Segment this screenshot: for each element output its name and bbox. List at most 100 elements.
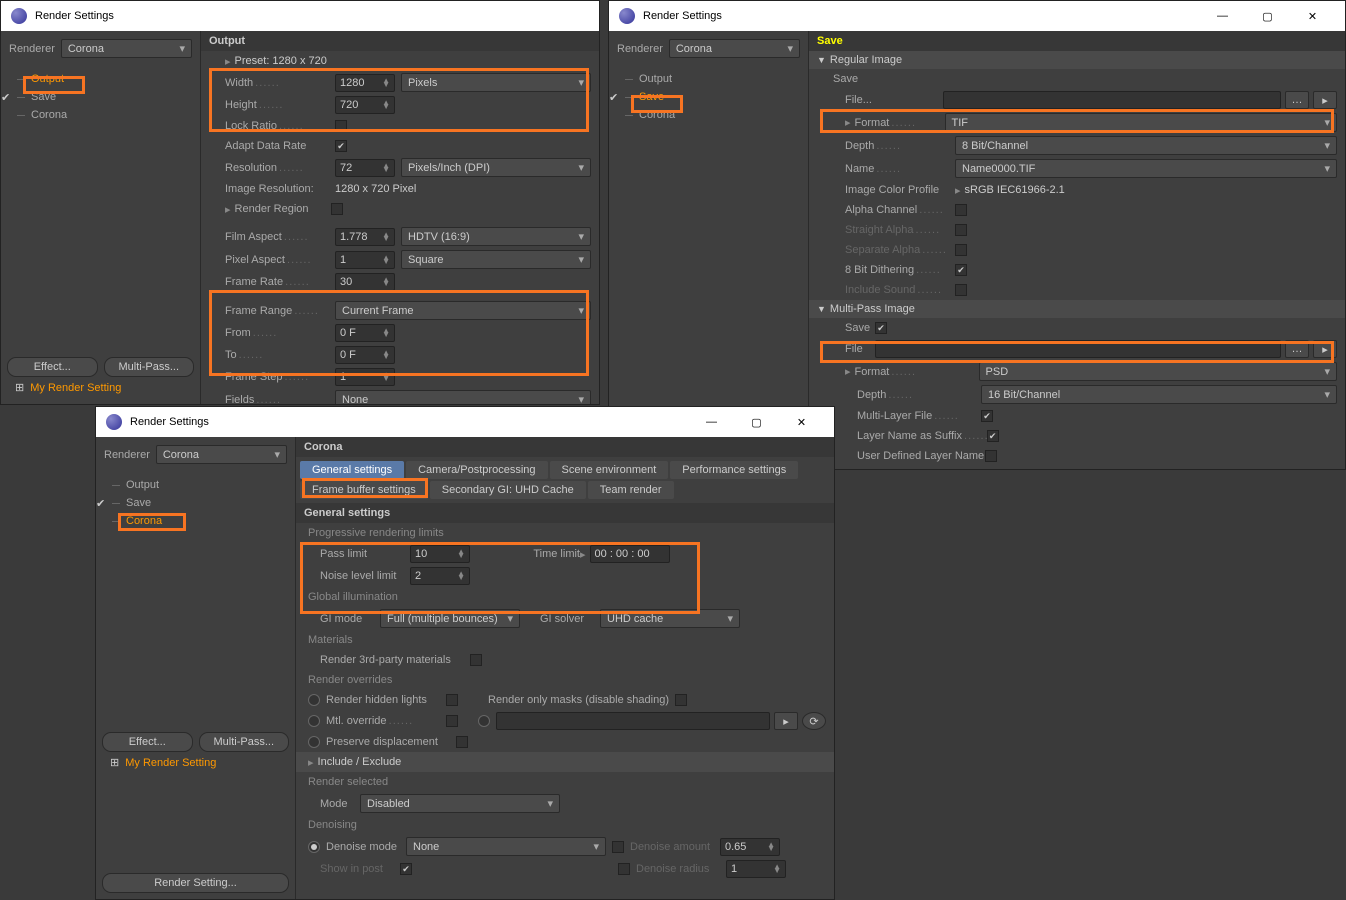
pass-input[interactable]: 10▲▼ xyxy=(410,545,470,563)
tree-save[interactable]: ✔Save xyxy=(609,88,808,106)
adapt-checkbox[interactable]: ✔ xyxy=(335,140,347,152)
tree-corona[interactable]: Corona xyxy=(96,512,295,530)
tab-scene[interactable]: Scene environment xyxy=(550,461,669,479)
minimize-button[interactable]: — xyxy=(689,407,734,437)
icp-value[interactable]: sRGB IEC61966-2.1 xyxy=(965,184,1065,196)
width-input[interactable]: 1280▲▼ xyxy=(335,74,395,92)
close-button[interactable]: ✕ xyxy=(1290,1,1335,31)
rhl-checkbox[interactable] xyxy=(446,694,458,706)
dither-checkbox[interactable]: ✔ xyxy=(955,264,967,276)
film-input[interactable]: 1.778▲▼ xyxy=(335,228,395,246)
film-unit-dropdown[interactable]: HDTV (16:9) xyxy=(401,227,591,246)
effect-button[interactable]: Effect... xyxy=(102,732,193,752)
res-input[interactable]: 72▲▼ xyxy=(335,159,395,177)
format-expand-icon[interactable]: ▸ xyxy=(845,116,851,129)
dnmode-radio[interactable] xyxy=(308,841,320,853)
mp-file-browse-button[interactable]: … xyxy=(1285,340,1309,358)
tree-output[interactable]: Output xyxy=(1,70,200,88)
gimode-dropdown[interactable]: Full (multiple bounces) xyxy=(380,609,520,628)
file-input[interactable] xyxy=(943,91,1281,109)
res-unit-dropdown[interactable]: Pixels/Inch (DPI) xyxy=(401,158,591,177)
pdisp-radio[interactable] xyxy=(308,736,320,748)
lockratio-checkbox[interactable] xyxy=(335,120,347,132)
tree-output[interactable]: Output xyxy=(609,70,808,88)
fields-dropdown[interactable]: None xyxy=(335,390,591,404)
tree-corona[interactable]: Corona xyxy=(1,106,200,124)
mtlo-checkbox[interactable] xyxy=(446,715,458,727)
tab-gi[interactable]: Secondary GI: UHD Cache xyxy=(430,481,586,499)
mp-save-checkbox[interactable]: ✔ xyxy=(875,322,887,334)
multipass-button[interactable]: Multi-Pass... xyxy=(104,357,195,377)
regular-image-header[interactable]: Regular Image xyxy=(809,51,1345,69)
file-browse-button[interactable]: … xyxy=(1285,91,1309,109)
dnmode-dropdown[interactable]: None xyxy=(406,837,606,856)
to-input[interactable]: 0 F▲▼ xyxy=(335,346,395,364)
mtlo-radio[interactable] xyxy=(308,715,320,727)
noise-input[interactable]: 2▲▼ xyxy=(410,567,470,585)
minimize-button[interactable]: — xyxy=(1200,1,1245,31)
render-setting-button[interactable]: Render Setting... xyxy=(102,873,289,893)
mode-dropdown[interactable]: Disabled xyxy=(360,794,560,813)
tab-fb[interactable]: Frame buffer settings xyxy=(300,481,428,499)
mp-file-input[interactable] xyxy=(875,340,1281,358)
mp-format-dropdown[interactable]: PSD xyxy=(979,362,1337,381)
renderer-dropdown[interactable]: Corona xyxy=(156,445,287,464)
mtlo-refresh-button[interactable]: ⟳ xyxy=(802,712,826,730)
height-input[interactable]: 720▲▼ xyxy=(335,96,395,114)
mp-mlf-checkbox[interactable]: ✔ xyxy=(981,410,993,422)
name-dropdown[interactable]: Name0000.TIF xyxy=(955,159,1337,178)
alpha-checkbox[interactable] xyxy=(955,204,967,216)
rom-checkbox[interactable] xyxy=(675,694,687,706)
tab-general[interactable]: General settings xyxy=(300,461,404,479)
effect-button[interactable]: Effect... xyxy=(7,357,98,377)
file-play-button[interactable]: ▸ xyxy=(1313,91,1337,109)
incexc-label[interactable]: Include / Exclude xyxy=(318,756,402,768)
rhl-radio[interactable] xyxy=(308,694,320,706)
incexc-expand-icon[interactable]: ▸ xyxy=(308,756,314,769)
pixel-unit-dropdown[interactable]: Square xyxy=(401,250,591,269)
tab-camera[interactable]: Camera/Postprocessing xyxy=(406,461,547,479)
my-render-setting[interactable]: ⊞My Render Setting xyxy=(102,752,289,773)
pixel-input[interactable]: 1▲▼ xyxy=(335,251,395,269)
tree-save[interactable]: ✔Save xyxy=(96,494,295,512)
ro-title: Render overrides xyxy=(296,670,834,690)
preset-label[interactable]: Preset: 1280 x 720 xyxy=(235,55,327,67)
gisolver-dropdown[interactable]: UHD cache xyxy=(600,609,740,628)
depth-dropdown[interactable]: 8 Bit/Channel xyxy=(955,136,1337,155)
tree-corona[interactable]: Corona xyxy=(609,106,808,124)
maximize-button[interactable]: ▢ xyxy=(734,407,779,437)
mp-lns-checkbox[interactable]: ✔ xyxy=(987,430,999,442)
renderer-dropdown[interactable]: Corona xyxy=(61,39,192,58)
tab-team[interactable]: Team render xyxy=(588,481,674,499)
maximize-button[interactable]: ▢ xyxy=(1245,1,1290,31)
mtlo-on-radio[interactable] xyxy=(478,715,490,727)
r3rd-checkbox[interactable] xyxy=(470,654,482,666)
mp-file-play-button[interactable]: ▸ xyxy=(1313,340,1337,358)
tree-output[interactable]: Output xyxy=(96,476,295,494)
region-checkbox[interactable] xyxy=(331,203,343,215)
time-input[interactable]: 00 : 00 : 00 xyxy=(590,545,670,563)
region-expand-icon[interactable]: ▸ xyxy=(225,203,231,216)
multipass-button[interactable]: Multi-Pass... xyxy=(199,732,290,752)
format-dropdown[interactable]: TIF xyxy=(945,113,1337,132)
frate-input[interactable]: 30▲▼ xyxy=(335,273,395,291)
mtlo-play-button[interactable]: ▸ xyxy=(774,712,798,730)
expand-icon[interactable]: ▸ xyxy=(225,55,231,68)
width-unit-dropdown[interactable]: Pixels xyxy=(401,73,591,92)
frange-dropdown[interactable]: Current Frame xyxy=(335,301,591,320)
mp-format-expand-icon[interactable]: ▸ xyxy=(845,365,851,378)
my-render-setting[interactable]: ⊞My Render Setting xyxy=(7,377,194,398)
fstep-input[interactable]: 1▲▼ xyxy=(335,368,395,386)
renderer-dropdown[interactable]: Corona xyxy=(669,39,800,58)
mp-depth-dropdown[interactable]: 16 Bit/Channel xyxy=(981,385,1337,404)
tree-save[interactable]: ✔Save xyxy=(1,88,200,106)
multipass-image-header[interactable]: Multi-Pass Image xyxy=(809,300,1345,318)
from-input[interactable]: 0 F▲▼ xyxy=(335,324,395,342)
close-button[interactable]: ✕ xyxy=(779,407,824,437)
dnmode-checkbox[interactable] xyxy=(612,841,624,853)
pdisp-checkbox[interactable] xyxy=(456,736,468,748)
tab-perf[interactable]: Performance settings xyxy=(670,461,798,479)
mp-udln-checkbox[interactable] xyxy=(985,450,997,462)
dnrad-check[interactable] xyxy=(618,863,630,875)
mtlo-input[interactable] xyxy=(496,712,770,730)
